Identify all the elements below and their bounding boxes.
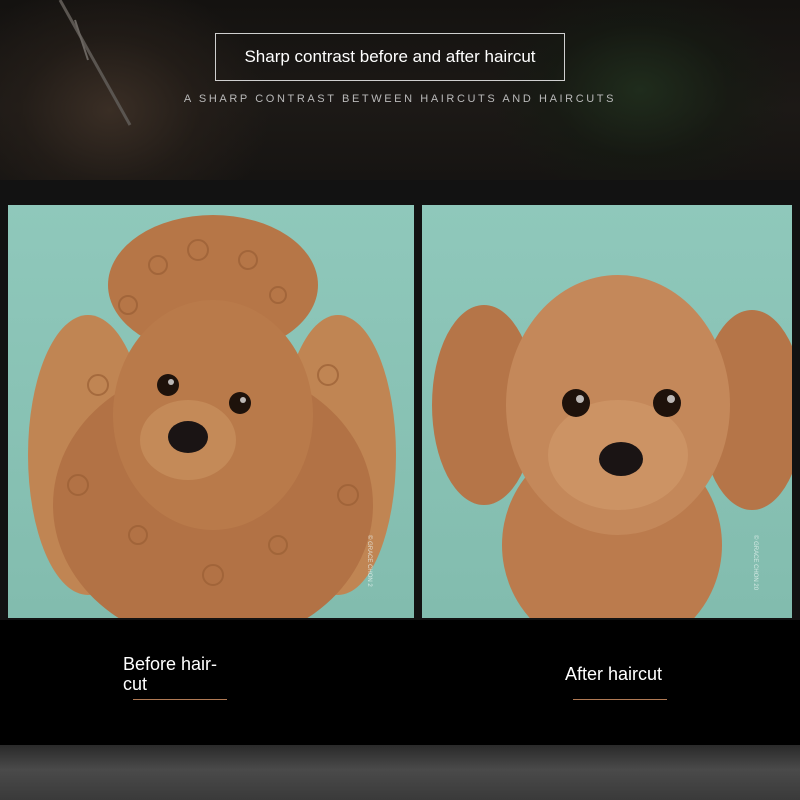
comparison-panel: © GRACE CHON 2 © GRACE CHON 20	[0, 180, 800, 620]
scissors-illustration	[58, 0, 132, 126]
photo-credit-before: © GRACE CHON 2	[366, 535, 372, 587]
groomed-poodle-image	[432, 275, 792, 618]
before-haircut-label: Before hair- cut	[123, 654, 218, 694]
hero-subtitle: A SHARP CONTRAST BETWEEN HAIRCUTS AND HA…	[183, 93, 617, 105]
curly-poodle-image	[28, 215, 396, 618]
after-label-underline	[573, 699, 667, 700]
after-haircut-photo: © GRACE CHON 20	[422, 205, 792, 618]
photo-credit-after: © GRACE CHON 20	[752, 535, 758, 591]
footer-band	[0, 745, 800, 800]
before-label-underline	[133, 699, 227, 700]
hero-title: Sharp contrast before and after haircut	[215, 33, 565, 81]
before-haircut-photo: © GRACE CHON 2	[8, 205, 414, 618]
hero-banner: Sharp contrast before and after haircut …	[0, 0, 800, 180]
after-haircut-label: After haircut	[565, 664, 663, 684]
caption-bar: Before hair- cut After haircut	[0, 620, 800, 745]
